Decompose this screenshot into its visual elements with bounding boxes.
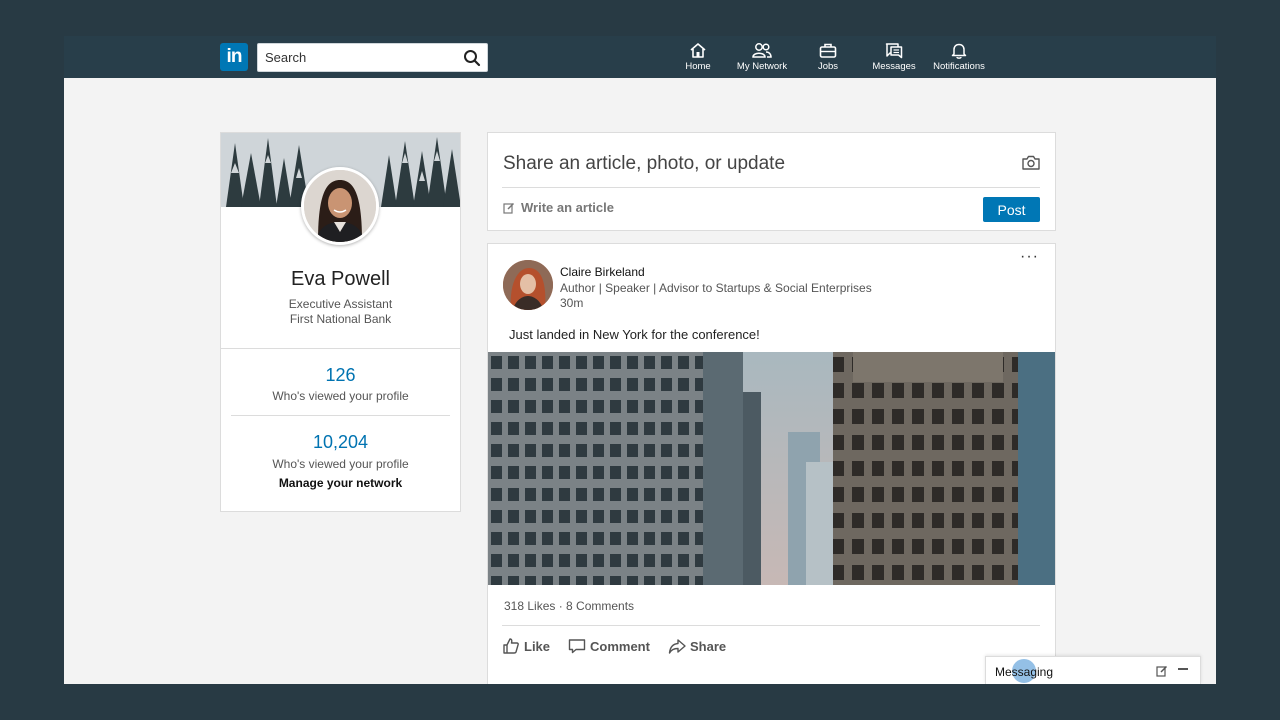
nav-notifications[interactable]: Notifications (930, 42, 988, 76)
app-window: in Home My Network (64, 36, 1216, 684)
post-image[interactable] (488, 352, 1055, 585)
profile-views-label[interactable]: Who's viewed your profile (221, 389, 460, 403)
thumbs-up-icon (503, 638, 519, 654)
linkedin-logo[interactable]: in (220, 43, 248, 71)
share-label: Share (690, 639, 727, 654)
minimize-icon[interactable] (1178, 668, 1188, 670)
like-button[interactable]: Like (502, 637, 550, 659)
bell-icon (951, 43, 967, 59)
manage-network-link[interactable]: Manage your network (221, 476, 460, 490)
nav-jobs-label: Jobs (817, 61, 839, 72)
top-navbar: in Home My Network (64, 36, 1216, 78)
comment-icon (568, 639, 586, 654)
feed-post: ··· Claire Birkeland Author | Speaker | … (487, 243, 1056, 684)
share-prompt-input[interactable]: Share an article, photo, or update (503, 153, 785, 175)
share-arrow-icon (668, 639, 686, 654)
stats-divider (231, 415, 450, 416)
nav-home[interactable]: Home (680, 42, 716, 76)
search-input[interactable] (258, 44, 458, 71)
like-label: Like (524, 639, 551, 654)
author-avatar[interactable] (503, 260, 553, 310)
profile-avatar[interactable] (301, 167, 379, 245)
author-name[interactable]: Claire Birkeland (560, 265, 645, 279)
write-article-label: Write an article (521, 200, 614, 215)
post-text: Just landed in New York for the conferen… (509, 327, 760, 342)
profile-card: Eva Powell Executive Assistant First Nat… (220, 132, 461, 512)
nav-messages[interactable]: Messages (870, 42, 918, 76)
profile-title: Executive Assistant (288, 297, 393, 311)
network-label[interactable]: Who's viewed your profile (221, 457, 460, 471)
share-divider (502, 187, 1040, 188)
comment-button[interactable]: Comment (568, 637, 650, 659)
camera-icon[interactable] (1022, 155, 1040, 170)
network-count[interactable]: 10,204 (221, 432, 460, 453)
post-divider (502, 625, 1040, 626)
nav-notifications-label: Notifications (933, 61, 985, 72)
share-box: Share an article, photo, or update Write… (487, 132, 1056, 231)
nav-home-label: Home (685, 61, 711, 72)
compose-icon[interactable] (1156, 665, 1168, 677)
search-box[interactable] (257, 43, 488, 72)
edit-icon (503, 202, 515, 214)
search-icon[interactable] (463, 49, 481, 67)
post-stats[interactable]: 318 Likes · 8 Comments (504, 599, 634, 613)
author-headline: Author | Speaker | Advisor to Startups &… (560, 281, 872, 295)
comment-label: Comment (590, 639, 650, 654)
messaging-label: Messaging (995, 665, 1054, 679)
more-options-icon[interactable]: ··· (1020, 248, 1039, 266)
messages-icon (885, 43, 903, 59)
messaging-bar[interactable]: Messaging (985, 656, 1201, 684)
nav-my-network-label: My Network (736, 61, 788, 72)
share-button[interactable]: Share (668, 637, 726, 659)
write-article-link[interactable]: Write an article (503, 200, 614, 215)
home-icon (690, 43, 706, 58)
nav-messages-label: Messages (872, 61, 916, 72)
profile-company: First National Bank (289, 312, 392, 326)
network-icon (752, 43, 772, 58)
nav-jobs[interactable]: Jobs (813, 42, 843, 76)
profile-divider (221, 348, 460, 349)
nav-my-network[interactable]: My Network (734, 42, 790, 76)
post-timestamp: 30m (560, 296, 584, 310)
profile-name[interactable]: Eva Powell (221, 268, 460, 291)
post-button[interactable]: Post (983, 197, 1040, 222)
briefcase-icon (819, 43, 837, 58)
profile-views-count[interactable]: 126 (221, 365, 460, 386)
